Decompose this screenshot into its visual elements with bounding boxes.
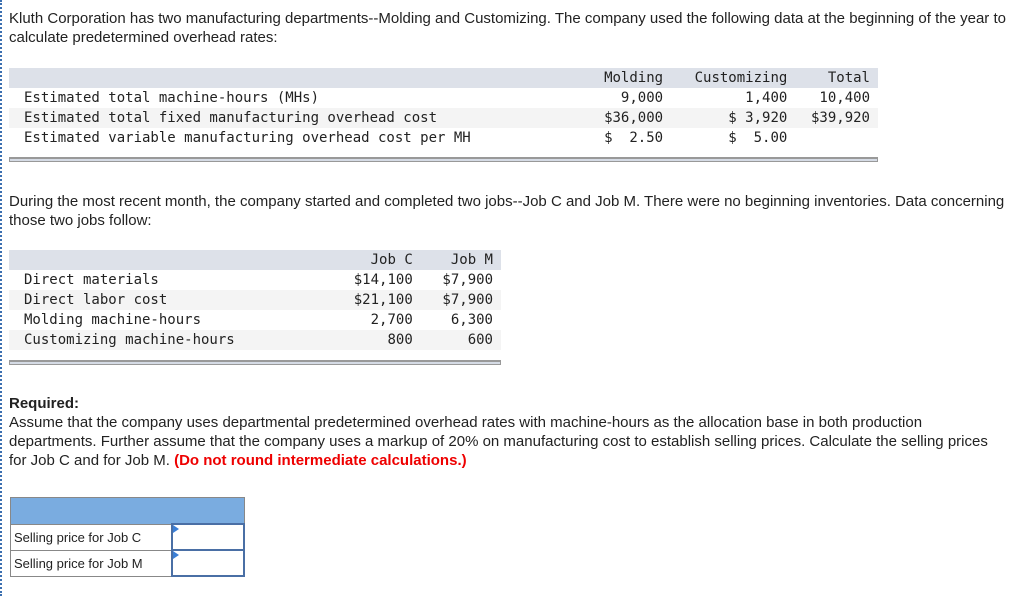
- row-label: Customizing machine-hours: [9, 330, 330, 350]
- cell-job-c: 800: [329, 330, 421, 350]
- header-total: Total: [795, 68, 878, 88]
- table-row: Estimated variable manufacturing overhea…: [9, 128, 878, 148]
- horizontal-scrollbar[interactable]: [9, 360, 501, 365]
- table-row: Estimated total machine-hours (MHs) 9,00…: [9, 88, 878, 108]
- answer-header-cell: [10, 497, 245, 525]
- cell-job-m: $7,900: [420, 290, 501, 310]
- required-text: Assume that the company uses departmenta…: [9, 414, 988, 469]
- header-job-c: Job C: [329, 250, 421, 270]
- selling-price-job-c-cell[interactable]: [171, 523, 245, 551]
- input-flag-icon: [173, 551, 179, 559]
- cell-job-m: 6,300: [450, 312, 493, 328]
- cell-customizing: $ 5.00: [728, 130, 788, 146]
- rounding-note: (Do not round intermediate calculations.…: [174, 452, 467, 469]
- table-header-row: Job C Job M: [9, 250, 501, 270]
- cell-customizing: $ 3,920: [671, 108, 796, 128]
- row-label: Molding machine-hours: [24, 312, 202, 328]
- header-job-m: Job M: [420, 250, 501, 270]
- selling-price-job-m-input[interactable]: [173, 552, 243, 574]
- cell-total: 10,400: [819, 90, 870, 106]
- answer-header-row: [10, 497, 245, 525]
- cell-total: $39,920: [795, 108, 878, 128]
- required-heading: Required:: [9, 395, 80, 412]
- horizontal-scrollbar[interactable]: [9, 157, 878, 162]
- cell-customizing: 1,400: [745, 90, 788, 106]
- row-label: Direct materials: [24, 272, 159, 288]
- cell-molding: $ 2.50: [604, 130, 664, 146]
- table-header-row: Molding Customizing Total: [9, 68, 878, 88]
- input-flag-icon: [173, 525, 179, 533]
- row-label: Estimated total fixed manufacturing over…: [9, 108, 589, 128]
- table-row: Direct labor cost $21,100 $7,900: [9, 290, 501, 310]
- overhead-data-table: Molding Customizing Total Estimated tota…: [9, 68, 878, 148]
- selling-price-job-c-input[interactable]: [173, 526, 243, 548]
- cell-job-c: 2,700: [370, 312, 413, 328]
- jobs-intro-paragraph: During the most recent month, the compan…: [9, 193, 1005, 229]
- left-dotted-border: [0, 0, 2, 596]
- selling-price-job-m-cell[interactable]: [171, 549, 245, 577]
- header-customizing: Customizing: [671, 68, 796, 88]
- cell-molding: 9,000: [620, 90, 664, 106]
- row-label: Direct labor cost: [9, 290, 330, 310]
- answer-label: Selling price for Job M: [10, 549, 173, 577]
- answer-row: Selling price for Job C: [10, 523, 245, 551]
- header-molding: Molding: [588, 68, 672, 88]
- row-label: Estimated variable manufacturing overhea…: [24, 130, 471, 146]
- header-blank: [9, 68, 589, 88]
- row-label: Estimated total machine-hours (MHs): [24, 90, 320, 106]
- header-blank: [9, 250, 330, 270]
- intro-paragraph: Kluth Corporation has two manufacturing …: [9, 10, 1006, 46]
- answer-row: Selling price for Job M: [10, 549, 245, 577]
- table-row: Estimated total fixed manufacturing over…: [9, 108, 878, 128]
- answer-table: Selling price for Job C Selling price fo…: [10, 497, 245, 577]
- cell-total: [795, 128, 878, 148]
- cell-job-m: $7,900: [442, 272, 493, 288]
- cell-job-c: $21,100: [329, 290, 421, 310]
- cell-job-c: $14,100: [353, 272, 413, 288]
- answer-label: Selling price for Job C: [10, 523, 173, 551]
- jobs-data-table: Job C Job M Direct materials $14,100 $7,…: [9, 250, 501, 350]
- required-section: Required: Assume that the company uses d…: [9, 394, 1009, 470]
- table-row: Direct materials $14,100 $7,900: [9, 270, 501, 290]
- cell-job-m: 600: [420, 330, 501, 350]
- table-row: Customizing machine-hours 800 600: [9, 330, 501, 350]
- table-row: Molding machine-hours 2,700 6,300: [9, 310, 501, 330]
- cell-molding: $36,000: [588, 108, 672, 128]
